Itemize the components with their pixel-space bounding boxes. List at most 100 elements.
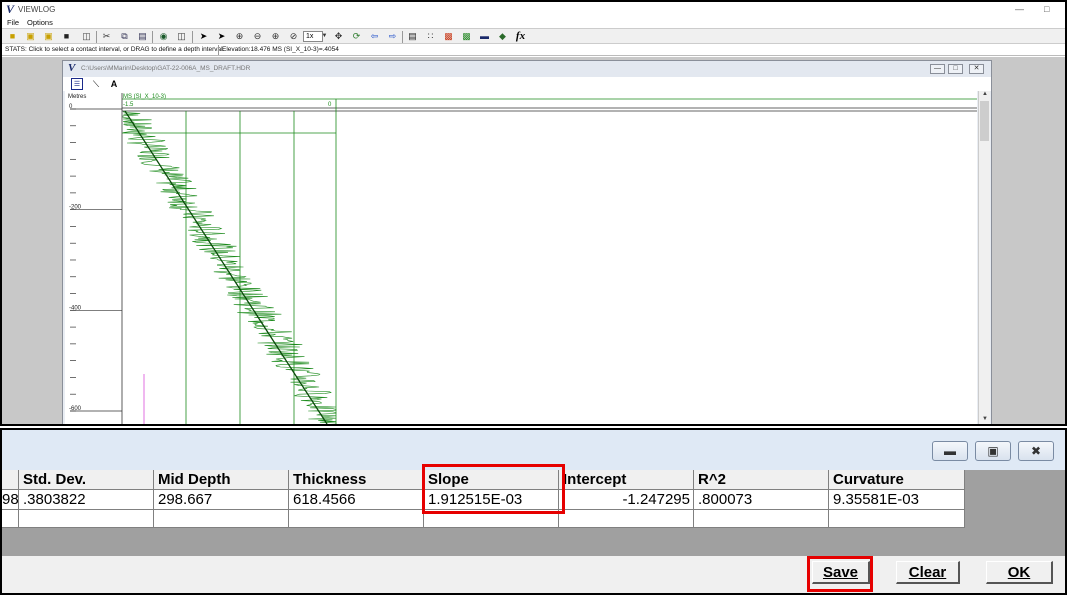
zoom-out-icon[interactable]: ⊖ (251, 30, 264, 43)
maximize-button[interactable]: ▣ (975, 441, 1011, 461)
track-scale-max: 0 (328, 102, 332, 108)
zoom-window-icon[interactable]: ⊕ (269, 30, 282, 43)
header-icon[interactable]: ☰ (71, 78, 83, 90)
log-plot: Metres 0 -200 -400 -600 MS (SI_X_10-3) -1.5 0 (68, 93, 977, 424)
cell-std-dev[interactable]: .3803822 (19, 490, 154, 510)
toolbar-separator (96, 31, 97, 43)
cell-intercept[interactable]: -1.247295 (559, 490, 694, 510)
new-icon[interactable]: ■ (6, 30, 19, 43)
menu-file[interactable]: File (7, 18, 19, 27)
solid-model-icon[interactable]: ◆ (496, 30, 509, 43)
menu-options[interactable]: Options (27, 18, 53, 27)
save-button[interactable]: Save (812, 561, 870, 584)
column-header-intercept: Intercept (559, 470, 694, 490)
copy-icon[interactable]: ⧉ (118, 30, 131, 43)
save-icon[interactable]: ■ (60, 30, 73, 43)
column-header-first (2, 470, 19, 490)
document-path: C:\Users\MMarin\Desktop\GAT-22-006A_MS_D… (81, 65, 251, 72)
status-line: STATS: Click to select a contact interva… (2, 44, 1065, 56)
chevron-down-icon[interactable]: ▼ (318, 30, 331, 43)
depth-tick-label: -400 (69, 305, 82, 311)
print-icon[interactable]: ◫ (80, 30, 93, 43)
cell-first[interactable]: 98 (2, 490, 19, 510)
blank-cell[interactable] (19, 510, 154, 528)
close-icon: ✖ (1030, 444, 1042, 458)
scatter-icon[interactable]: ∷ (424, 30, 437, 43)
blank-cell[interactable] (559, 510, 694, 528)
cell-slope[interactable]: 1.912515E-03 (424, 490, 559, 510)
blank-cell[interactable] (2, 510, 19, 528)
scroll-up-icon[interactable]: ▲ (979, 91, 991, 101)
clear-button[interactable]: Clear (896, 561, 960, 584)
refresh-icon[interactable]: ⟳ (350, 30, 363, 43)
contour-icon[interactable]: ▩ (460, 30, 473, 43)
column-header-r-2: R^2 (694, 470, 829, 490)
cell-thickness[interactable]: 618.4566 (289, 490, 424, 510)
function-icon[interactable]: fx (514, 30, 527, 43)
toolbar-separator (192, 31, 193, 43)
blank-cell[interactable] (289, 510, 424, 528)
app-title: VIEWLOG (18, 5, 56, 14)
column-header-thickness: Thickness (289, 470, 424, 490)
pointer-icon[interactable]: ➤ (197, 30, 210, 43)
status-text: STATS: Click to select a contact interva… (5, 46, 225, 53)
column-header-std-dev: Std. Dev. (19, 470, 154, 490)
maximize-icon[interactable]: □ (1044, 4, 1049, 14)
column-header-mid-depth: Mid Depth (154, 470, 289, 490)
minimize-icon[interactable]: — (1015, 4, 1024, 14)
toolbar-separator (402, 31, 403, 43)
column-header-curvature: Curvature (829, 470, 965, 490)
minimize-icon[interactable]: — (930, 64, 945, 74)
cut-icon[interactable]: ✂ (100, 30, 113, 43)
depth-tick-label: -200 (69, 205, 82, 211)
select-pointer-icon[interactable]: ➤ (215, 30, 228, 43)
blank-cell[interactable] (829, 510, 965, 528)
blank-cell[interactable] (424, 510, 559, 528)
zoom-in-icon[interactable]: ⊕ (233, 30, 246, 43)
cell-curvature[interactable]: 9.35581E-03 (829, 490, 965, 510)
toolbar: ■ ▣ ▣ ■ ◫ ✂ ⧉ ▤ ◉ ◫ ➤ ➤ ⊕ ⊖ ⊕ ⊘ 1x ▼ ✥ ⟳… (2, 28, 1065, 44)
minimize-icon: ▬ (944, 444, 956, 458)
scroll-thumb[interactable] (980, 101, 989, 141)
menubar: File Options (2, 17, 1065, 28)
cell-r-2[interactable]: .800073 (694, 490, 829, 510)
ok-button[interactable]: OK (986, 561, 1053, 584)
stats-grid-area: 98 Std. Dev. .3803822 Mid Depth 298.667 Thick… (2, 470, 1065, 556)
dialog-button-bar: Save Clear OK (2, 556, 1065, 593)
stats-tool-icon[interactable]: ▤ (406, 30, 419, 43)
minimize-button[interactable]: ▬ (932, 441, 968, 461)
blank-cell[interactable] (154, 510, 289, 528)
arrow-right-icon[interactable]: ⇨ (386, 30, 399, 43)
zoom-reset-icon[interactable]: ⊘ (287, 30, 300, 43)
document-toolbar: ☰ ⟍ A (63, 77, 991, 91)
cell-mid-depth[interactable]: 298.667 (154, 490, 289, 510)
open-recent-icon[interactable]: ▣ (42, 30, 55, 43)
layers-icon[interactable]: ▬ (478, 30, 491, 43)
line-tool-icon[interactable]: ⟍ (90, 78, 102, 90)
blank-cell[interactable] (694, 510, 829, 528)
pan-icon[interactable]: ✥ (332, 30, 345, 43)
dialog-titlebar: ▬ ▣ ✖ (2, 430, 1065, 470)
depth-tick-label: -600 (69, 406, 82, 412)
scroll-down-icon[interactable]: ▼ (979, 416, 991, 424)
vertical-scrollbar[interactable]: ▲ ▼ (978, 91, 991, 424)
color-map-icon[interactable]: ▩ (442, 30, 455, 43)
open-folder-icon[interactable]: ▣ (24, 30, 37, 43)
close-button[interactable]: ✖ (1018, 441, 1054, 461)
print-preview-icon[interactable]: ◫ (175, 30, 188, 43)
viewlog-window: V VIEWLOG — □ File Options ■ ▣ ▣ ■ ◫ ✂ ⧉… (0, 0, 1067, 426)
paste-icon[interactable]: ▤ (136, 30, 149, 43)
elevation-readout: Elevation:18.476 MS (SI_X_10-3)=.4054 (218, 45, 339, 55)
close-icon[interactable]: ✕ (969, 64, 984, 74)
column-header-slope: Slope (424, 470, 559, 490)
track-scale-min: -1.5 (123, 102, 134, 108)
arrow-left-icon[interactable]: ⇦ (368, 30, 381, 43)
ms-track: MS (SI_X_10-3) -1.5 0 (122, 94, 977, 424)
text-tool-icon[interactable]: A (108, 78, 120, 90)
track-title: MS (SI_X_10-3) (123, 94, 166, 100)
globe-icon[interactable]: ◉ (157, 30, 170, 43)
log-plot-canvas[interactable]: Metres 0 -200 -400 -600 MS (SI_X_10-3) -1.5 0 (65, 91, 977, 424)
document-titlebar: V C:\Users\MMarin\Desktop\GAT-22-006A_MS… (63, 61, 991, 77)
maximize-icon[interactable]: □ (948, 64, 963, 74)
stats-grid: 98 Std. Dev. .3803822 Mid Depth 298.667 Thick… (2, 470, 965, 528)
